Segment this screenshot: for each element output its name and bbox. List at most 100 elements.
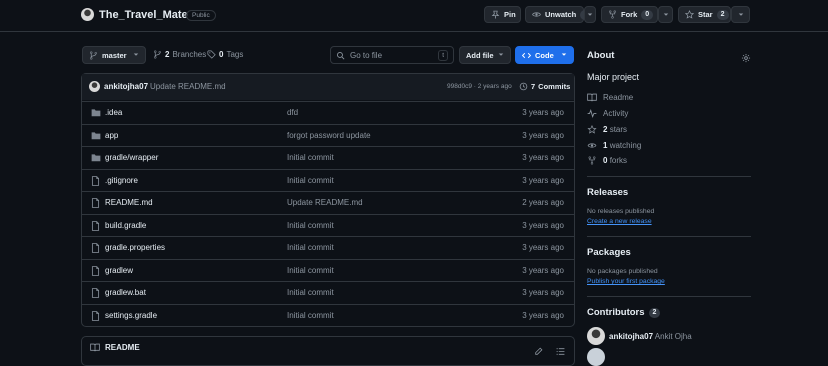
branch-selector[interactable]: master: [82, 46, 146, 64]
file-commit-message[interactable]: Initial commit: [287, 311, 334, 320]
unwatch-dropdown[interactable]: [584, 6, 596, 23]
file-name[interactable]: build.gradle: [105, 221, 146, 230]
caret-down-icon: [738, 12, 744, 18]
activity-link[interactable]: Activity: [587, 109, 628, 118]
file-name[interactable]: .idea: [105, 108, 122, 117]
branch-name: master: [102, 50, 127, 60]
contributors-heading[interactable]: Contributors 2: [587, 307, 661, 318]
forks-link[interactable]: 0 forks: [587, 156, 627, 165]
contributor-avatar[interactable]: [587, 327, 605, 345]
file-row[interactable]: gradlew.bat Initial commit 3 years ago: [82, 281, 574, 304]
file-commit-message[interactable]: forgot password update: [287, 131, 371, 140]
about-settings-button[interactable]: [741, 50, 751, 68]
gear-icon: [741, 53, 751, 63]
tag-icon: [207, 50, 216, 59]
file-name[interactable]: settings.gradle: [105, 311, 157, 320]
caret-down-icon: [498, 52, 504, 58]
file-commit-message[interactable]: dfd: [287, 108, 298, 117]
releases-title[interactable]: Releases: [587, 187, 628, 198]
file-name[interactable]: .gitignore: [105, 176, 138, 185]
file-name[interactable]: README.md: [105, 198, 153, 207]
commit-message[interactable]: Update README.md: [150, 82, 226, 91]
file-row[interactable]: app forgot password update 3 years ago: [82, 123, 574, 147]
fork-button[interactable]: Fork 0: [601, 6, 658, 23]
file-name[interactable]: app: [105, 131, 118, 140]
file-row[interactable]: settings.gradle Initial commit 3 years ago: [82, 303, 574, 327]
file-row[interactable]: .idea dfd 3 years ago: [82, 101, 574, 124]
activity-label: Activity: [603, 109, 629, 118]
header-divider: [0, 31, 828, 32]
watching-label: watching: [609, 141, 642, 150]
create-release-link[interactable]: Create a new release: [587, 218, 652, 225]
tags-count: 0: [219, 50, 224, 59]
file-name[interactable]: gradle/wrapper: [105, 153, 158, 162]
commit-author[interactable]: ankitojha07: [104, 82, 148, 91]
file-commit-message[interactable]: Initial commit: [287, 243, 334, 252]
caret-down-icon: [663, 12, 669, 18]
star-icon: [587, 125, 597, 134]
stars-link[interactable]: 2 stars: [587, 125, 627, 134]
pin-button[interactable]: Pin: [484, 6, 521, 23]
commits-count: 7: [531, 82, 536, 91]
unwatch-button[interactable]: Unwatch 1: [525, 6, 593, 23]
file-icon: [91, 175, 100, 186]
code-icon: [522, 51, 531, 60]
file-commit-message[interactable]: Initial commit: [287, 221, 334, 230]
eye-icon: [532, 10, 541, 19]
file-name[interactable]: gradlew.bat: [105, 288, 146, 297]
publish-package-link[interactable]: Publish your first package: [587, 278, 665, 285]
watching-link[interactable]: 1 watching: [587, 141, 641, 150]
repo-name[interactable]: The_Travel_Mate: [99, 9, 188, 21]
file-commit-time: 3 years ago: [522, 243, 564, 252]
file-name[interactable]: gradlew: [105, 266, 133, 275]
file-commit-message[interactable]: Initial commit: [287, 288, 334, 297]
file-row[interactable]: gradlew Initial commit 3 years ago: [82, 258, 574, 282]
file-commit-message[interactable]: Initial commit: [287, 266, 334, 275]
add-file-button[interactable]: Add file: [459, 46, 511, 64]
file-icon: [91, 243, 100, 253]
readme-link-label: Readme: [603, 93, 634, 102]
history-icon: [519, 82, 528, 91]
file-name[interactable]: gradle.properties: [105, 243, 165, 252]
search-placeholder: Go to file: [350, 50, 383, 60]
file-commit-message[interactable]: Initial commit: [287, 153, 334, 162]
file-commit-message[interactable]: Initial commit: [287, 176, 334, 185]
readme-tab[interactable]: README: [90, 343, 140, 352]
file-row[interactable]: README.md Update README.md 2 years ago: [82, 191, 574, 214]
packages-title[interactable]: Packages: [587, 247, 631, 258]
file-icon: [91, 310, 100, 321]
branches-label: Branches: [172, 50, 207, 59]
file-row[interactable]: .gitignore Initial commit 3 years ago: [82, 168, 574, 192]
caret-down-icon: [561, 52, 567, 58]
fork-dropdown[interactable]: [658, 6, 673, 23]
commits-link[interactable]: 7 Commits: [519, 82, 570, 91]
file-commit-time: 3 years ago: [522, 220, 564, 230]
star-dropdown[interactable]: [731, 6, 750, 23]
file-row[interactable]: gradle.properties Initial commit 3 years a…: [82, 236, 574, 259]
file-commit-message[interactable]: Update README.md: [287, 198, 363, 207]
tags-label: Tags: [226, 50, 244, 59]
star-icon: [685, 10, 694, 19]
star-button[interactable]: Star 2: [678, 6, 731, 23]
go-to-file-input[interactable]: Go to file t: [330, 46, 454, 64]
commit-hash-time[interactable]: 998d0c9 · 2 years ago: [447, 83, 512, 90]
repo-avatar[interactable]: [81, 8, 94, 21]
branches-link[interactable]: 2 Branches: [153, 50, 206, 59]
stars-label: stars: [609, 125, 628, 134]
commit-author-avatar[interactable]: [89, 81, 100, 92]
star-label: Star: [698, 10, 713, 19]
file-row[interactable]: build.gradle Initial commit 3 years ago: [82, 213, 574, 237]
caret-down-icon: [133, 52, 139, 58]
contributor-avatar[interactable]: [587, 348, 605, 366]
sidebar-divider: [587, 236, 751, 237]
branch-icon: [153, 50, 162, 59]
code-button[interactable]: Code: [515, 46, 574, 64]
readme-outline-button[interactable]: [556, 343, 565, 361]
file-row[interactable]: gradle/wrapper Initial commit 3 years ago: [82, 146, 574, 169]
contributors-title: Contributors: [587, 307, 645, 318]
contributor-item[interactable]: ankitojha07 Ankit Ojha: [609, 332, 692, 341]
readme-link[interactable]: Readme: [587, 93, 633, 102]
stars-count: 2: [603, 125, 608, 134]
tags-link[interactable]: 0 Tags: [207, 50, 243, 59]
edit-readme-button[interactable]: [534, 343, 543, 361]
